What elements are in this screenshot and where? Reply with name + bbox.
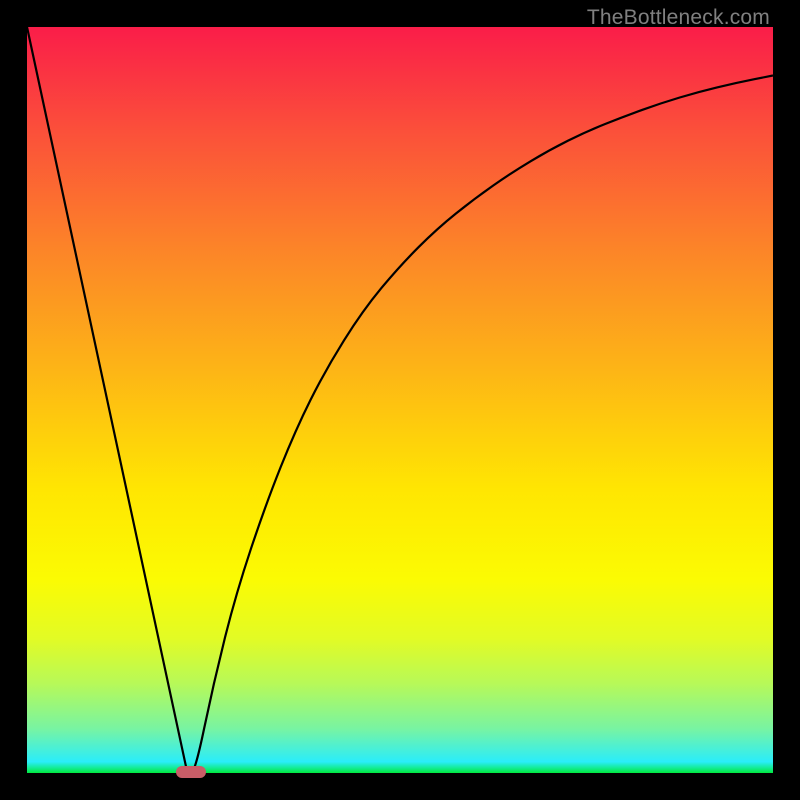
chart-line-path <box>27 27 773 773</box>
chart-plot-area <box>27 27 773 773</box>
watermark-text: TheBottleneck.com <box>587 6 770 30</box>
chart-min-marker <box>176 766 206 778</box>
chart-curve <box>27 27 773 773</box>
